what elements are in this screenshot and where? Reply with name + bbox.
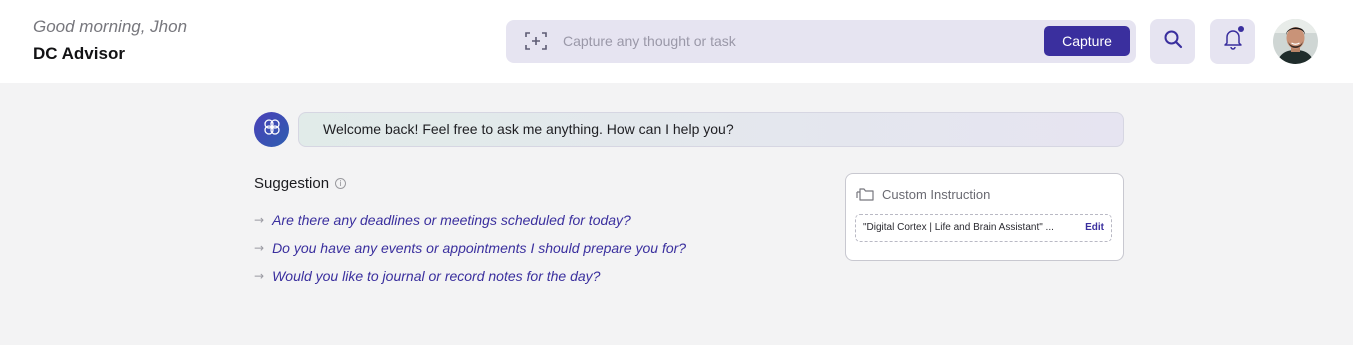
custom-instruction-card: Custom Instruction "Digital Cortex | Lif… bbox=[845, 173, 1124, 261]
edit-button[interactable]: Edit bbox=[1085, 215, 1104, 241]
page-title: DC Advisor bbox=[33, 44, 125, 63]
bell-icon bbox=[1223, 28, 1243, 55]
suggestion-text: Do you have any events or appointments I… bbox=[272, 240, 687, 256]
brain-icon bbox=[262, 117, 282, 142]
greeting-text: Good morning, Jhon bbox=[33, 17, 188, 36]
arrow-right-icon: → bbox=[254, 213, 265, 227]
top-bar: Good morning, Jhon DC Advisor Capture bbox=[0, 0, 1353, 83]
suggestion-item[interactable]: → Do you have any events or appointments… bbox=[254, 240, 686, 256]
notification-dot bbox=[1238, 26, 1244, 32]
suggestion-heading-label: Suggestion bbox=[254, 175, 330, 192]
suggestion-heading: Suggestion i bbox=[254, 175, 347, 192]
custom-instruction-value: "Digital Cortex | Life and Brain Assista… bbox=[863, 222, 1054, 233]
capture-frame-icon bbox=[524, 31, 548, 51]
custom-instruction-header: Custom Instruction bbox=[855, 186, 990, 202]
suggestion-item[interactable]: → Would you like to journal or record no… bbox=[254, 268, 600, 284]
search-icon bbox=[1163, 29, 1183, 54]
welcome-message: Welcome back! Feel free to ask me anythi… bbox=[298, 112, 1124, 147]
capture-bar: Capture bbox=[506, 20, 1136, 63]
suggestion-text: Would you like to journal or record note… bbox=[272, 268, 601, 284]
assistant-avatar bbox=[254, 112, 289, 147]
avatar[interactable] bbox=[1273, 19, 1318, 64]
capture-button[interactable]: Capture bbox=[1044, 26, 1130, 56]
notifications-button[interactable] bbox=[1210, 19, 1255, 64]
arrow-right-icon: → bbox=[254, 241, 265, 255]
capture-input[interactable] bbox=[563, 30, 1033, 52]
info-icon[interactable]: i bbox=[335, 178, 347, 189]
folder-icon bbox=[856, 188, 874, 201]
suggestion-item[interactable]: → Are there any deadlines or meetings sc… bbox=[254, 212, 631, 228]
suggestion-text: Are there any deadlines or meetings sche… bbox=[272, 212, 631, 228]
search-button[interactable] bbox=[1150, 19, 1195, 64]
custom-instruction-value-box: "Digital Cortex | Life and Brain Assista… bbox=[855, 214, 1112, 242]
custom-instruction-title: Custom Instruction bbox=[882, 186, 991, 202]
arrow-right-icon: → bbox=[254, 269, 265, 283]
